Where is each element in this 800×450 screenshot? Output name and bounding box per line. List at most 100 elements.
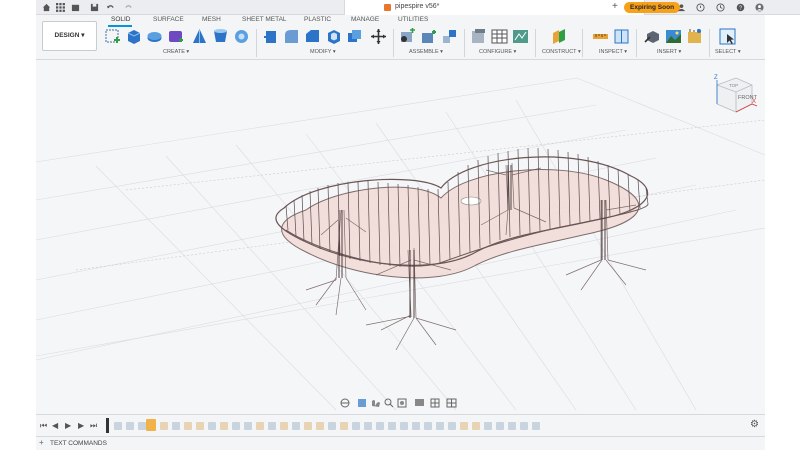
configure-rule-icon[interactable]: [512, 28, 529, 45]
timeline-feature[interactable]: [220, 422, 228, 430]
timeline-feature[interactable]: [484, 422, 492, 430]
fillet-icon[interactable]: [283, 28, 300, 45]
joint-icon[interactable]: [420, 28, 437, 45]
timeline-feature[interactable]: [184, 422, 192, 430]
decal-icon[interactable]: [665, 28, 682, 45]
timeline-feature[interactable]: [256, 422, 264, 430]
save-icon[interactable]: [90, 3, 99, 12]
timeline-feature[interactable]: [172, 422, 180, 430]
document-tab[interactable]: pipespire v56* ✕: [344, 0, 645, 15]
timeline-settings-gear-icon[interactable]: ⚙: [750, 419, 759, 430]
redo-icon[interactable]: [124, 3, 133, 12]
timeline-feature[interactable]: [126, 422, 134, 430]
select-icon[interactable]: [719, 28, 736, 45]
home-icon[interactable]: [42, 3, 51, 12]
loft-icon[interactable]: [191, 28, 208, 45]
select-group-label[interactable]: SELECT ▾: [715, 49, 741, 55]
step-back-icon[interactable]: ◀: [52, 421, 60, 430]
view-cube[interactable]: FRONT TOP Z X: [714, 75, 758, 113]
go-to-start-icon[interactable]: ⏮: [40, 421, 48, 430]
undo-icon[interactable]: [106, 3, 115, 12]
viewcube-top-label[interactable]: TOP: [729, 83, 738, 88]
fit-icon[interactable]: [397, 398, 407, 408]
timeline-feature[interactable]: [244, 422, 252, 430]
timeline-feature[interactable]: [352, 422, 360, 430]
timeline-feature[interactable]: [424, 422, 432, 430]
workspace-switcher-button[interactable]: DESIGN ▾: [42, 21, 97, 51]
construct-group-label[interactable]: CONSTRUCT ▾: [542, 49, 581, 55]
timeline-feature[interactable]: [496, 422, 504, 430]
modify-group-label[interactable]: MODIFY ▾: [310, 49, 336, 55]
timeline-feature[interactable]: [364, 422, 372, 430]
add-collaborator-icon[interactable]: [677, 3, 686, 12]
step-forward-icon[interactable]: ▶: [78, 421, 86, 430]
notifications-icon[interactable]: [696, 3, 705, 12]
measure-icon[interactable]: [592, 28, 609, 45]
tab-manage[interactable]: MANAGE: [351, 16, 379, 23]
tab-surface[interactable]: SURFACE: [153, 16, 184, 23]
sweep-icon[interactable]: [167, 28, 184, 45]
pan-icon[interactable]: [372, 400, 380, 407]
job-status-icon[interactable]: [716, 3, 725, 12]
zoom-icon[interactable]: [384, 398, 394, 408]
timeline-feature[interactable]: [520, 422, 528, 430]
timeline-feature[interactable]: [388, 422, 396, 430]
timeline-marker[interactable]: [106, 418, 109, 433]
timeline-feature-selected[interactable]: [146, 419, 156, 431]
viewports-icon[interactable]: [446, 398, 457, 408]
timeline-feature[interactable]: [160, 422, 168, 430]
configuration-table-icon[interactable]: [491, 28, 508, 45]
timeline-feature[interactable]: [316, 422, 324, 430]
create-sketch-icon[interactable]: [104, 28, 121, 45]
timeline-feature[interactable]: [304, 422, 312, 430]
timeline-feature[interactable]: [460, 422, 468, 430]
text-commands-bar[interactable]: + TEXT COMMANDS: [36, 436, 765, 450]
assemble-group-label[interactable]: ASSEMBLE ▾: [409, 49, 443, 55]
tab-mesh[interactable]: MESH: [202, 16, 221, 23]
insert-group-label[interactable]: INSERT ▾: [657, 49, 681, 55]
tab-plastic[interactable]: PLASTIC: [304, 16, 331, 23]
web-icon[interactable]: [233, 28, 250, 45]
user-account-icon[interactable]: [755, 3, 764, 12]
configure-group-label[interactable]: CONFIGURE ▾: [479, 49, 516, 55]
model-canvas[interactable]: FRONT TOP Z X: [36, 60, 765, 414]
timeline-feature[interactable]: [376, 422, 384, 430]
timeline-feature[interactable]: [268, 422, 276, 430]
timeline-feature[interactable]: [412, 422, 420, 430]
timeline-feature[interactable]: [232, 422, 240, 430]
tab-sheet-metal[interactable]: SHEET METAL: [242, 16, 287, 23]
create-group-label[interactable]: CREATE ▾: [163, 49, 189, 55]
display-settings-icon[interactable]: [415, 399, 424, 406]
timeline-feature[interactable]: [340, 422, 348, 430]
new-tab-icon[interactable]: +: [612, 1, 618, 12]
expand-plus-icon[interactable]: +: [39, 438, 44, 447]
timeline-feature[interactable]: [436, 422, 444, 430]
move-copy-icon[interactable]: [370, 28, 387, 45]
insert-mcmaster-icon[interactable]: [686, 28, 703, 45]
revolve-icon[interactable]: [146, 28, 163, 45]
tab-utilities[interactable]: UTILITIES: [398, 16, 428, 23]
insert-derive-icon[interactable]: [644, 28, 661, 45]
shell-icon[interactable]: [325, 28, 342, 45]
timeline-feature[interactable]: [138, 422, 146, 430]
file-menu-icon[interactable]: [71, 3, 80, 12]
timeline-feature[interactable]: [472, 422, 480, 430]
extrude-icon[interactable]: [125, 28, 142, 45]
timeline-feature[interactable]: [196, 422, 204, 430]
timeline-feature[interactable]: [292, 422, 300, 430]
as-built-joint-icon[interactable]: [441, 28, 458, 45]
grid-settings-icon[interactable]: [430, 398, 440, 408]
timeline-feature[interactable]: [114, 422, 122, 430]
combine-icon[interactable]: [346, 28, 363, 45]
timeline-feature[interactable]: [280, 422, 288, 430]
timeline-feature[interactable]: [400, 422, 408, 430]
orbit-icon[interactable]: [340, 398, 350, 408]
expiring-soon-badge[interactable]: Expiring Soon: [624, 2, 681, 13]
3d-viewport[interactable]: FRONT TOP Z X: [36, 60, 765, 414]
rib-icon[interactable]: [212, 28, 229, 45]
go-to-end-icon[interactable]: ⏭: [90, 421, 98, 430]
timeline-feature[interactable]: [448, 422, 456, 430]
help-icon[interactable]: ?: [736, 3, 745, 12]
look-at-icon[interactable]: [358, 399, 366, 407]
offset-plane-icon[interactable]: [551, 28, 568, 45]
